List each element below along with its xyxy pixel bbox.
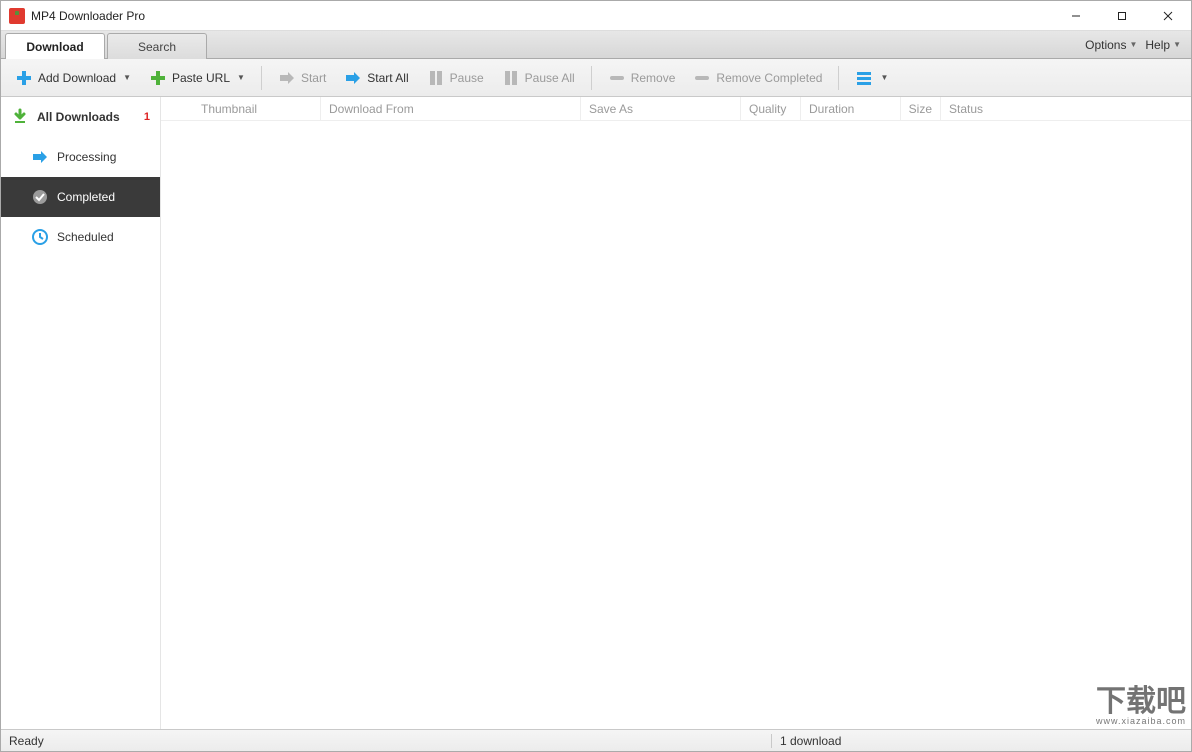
minus-gray-icon [693, 69, 711, 87]
add-download-label: Add Download [38, 71, 116, 85]
content-area: Thumbnail Download From Save As Quality … [161, 97, 1191, 729]
start-button[interactable]: Start [272, 66, 332, 90]
paste-url-label: Paste URL [172, 71, 230, 85]
dropdown-icon: ▼ [1173, 40, 1181, 49]
menu-help[interactable]: Help▼ [1143, 36, 1183, 54]
clock-icon [31, 228, 49, 246]
minus-gray-icon [608, 69, 626, 87]
plus-blue-icon [15, 69, 33, 87]
tab-row: Download Search Options▼ Help▼ [1, 31, 1191, 59]
window-title: MP4 Downloader Pro [31, 9, 145, 23]
col-thumbnail[interactable]: Thumbnail [161, 97, 321, 120]
close-button[interactable] [1145, 1, 1191, 31]
pause-all-button[interactable]: Pause All [496, 66, 581, 90]
arrow-gray-icon [278, 69, 296, 87]
toolbar: Add Download ▼ Paste URL ▼ Start Start A… [1, 59, 1191, 97]
sidebar: All Downloads 1 Processing Completed Sch… [1, 97, 161, 729]
pause-button[interactable]: Pause [421, 66, 490, 90]
paste-url-button[interactable]: Paste URL ▼ [143, 66, 251, 90]
col-quality[interactable]: Quality [741, 97, 801, 120]
download-list[interactable] [161, 121, 1191, 729]
toolbar-separator [838, 66, 839, 90]
dropdown-icon: ▼ [237, 73, 245, 82]
col-status[interactable]: Status [941, 97, 1191, 120]
status-ready: Ready [1, 734, 52, 748]
menu-help-label: Help [1145, 38, 1170, 52]
dropdown-icon: ▼ [1129, 40, 1137, 49]
maximize-button[interactable] [1099, 1, 1145, 31]
start-all-button[interactable]: Start All [338, 66, 414, 90]
sidebar-all-downloads-label: All Downloads [37, 110, 120, 124]
remove-button[interactable]: Remove [602, 66, 682, 90]
menu-options-label: Options [1085, 38, 1126, 52]
download-arrow-icon [11, 108, 29, 126]
status-count: 1 download [771, 734, 1031, 748]
col-save-as[interactable]: Save As [581, 97, 741, 120]
sidebar-item-processing[interactable]: Processing [1, 137, 160, 177]
plus-green-icon [149, 69, 167, 87]
start-all-label: Start All [367, 71, 408, 85]
status-bar: Ready 1 download [1, 729, 1191, 751]
start-label: Start [301, 71, 326, 85]
arrow-blue-icon [344, 69, 362, 87]
title-bar: MP4 Downloader Pro [1, 1, 1191, 31]
toolbar-separator [591, 66, 592, 90]
sidebar-item-scheduled[interactable]: Scheduled [1, 217, 160, 257]
tab-download[interactable]: Download [5, 33, 105, 59]
sidebar-processing-label: Processing [57, 150, 116, 164]
column-headers: Thumbnail Download From Save As Quality … [161, 97, 1191, 121]
sidebar-scheduled-label: Scheduled [57, 230, 114, 244]
tab-search[interactable]: Search [107, 33, 207, 59]
col-duration[interactable]: Duration [801, 97, 901, 120]
view-options-button[interactable]: ▼ [849, 66, 894, 90]
pause-gray-icon [427, 69, 445, 87]
sidebar-item-completed[interactable]: Completed [1, 177, 160, 217]
arrow-right-icon [31, 148, 49, 166]
dropdown-icon: ▼ [123, 73, 131, 82]
minimize-button[interactable] [1053, 1, 1099, 31]
col-download-from[interactable]: Download From [321, 97, 581, 120]
pause-all-label: Pause All [525, 71, 575, 85]
app-icon [9, 8, 25, 24]
menu-options[interactable]: Options▼ [1083, 36, 1139, 54]
toolbar-separator [261, 66, 262, 90]
list-view-icon [855, 69, 873, 87]
pause-label: Pause [450, 71, 484, 85]
remove-completed-label: Remove Completed [716, 71, 822, 85]
check-circle-icon [31, 188, 49, 206]
sidebar-badge: 1 [144, 111, 150, 123]
sidebar-completed-label: Completed [57, 190, 115, 204]
remove-label: Remove [631, 71, 676, 85]
col-size[interactable]: Size [901, 97, 941, 120]
tab-download-label: Download [26, 40, 83, 54]
remove-completed-button[interactable]: Remove Completed [687, 66, 828, 90]
sidebar-item-all-downloads[interactable]: All Downloads 1 [1, 97, 160, 137]
add-download-button[interactable]: Add Download ▼ [9, 66, 137, 90]
pause-gray-icon [502, 69, 520, 87]
tab-search-label: Search [138, 40, 176, 54]
dropdown-icon: ▼ [880, 73, 888, 82]
